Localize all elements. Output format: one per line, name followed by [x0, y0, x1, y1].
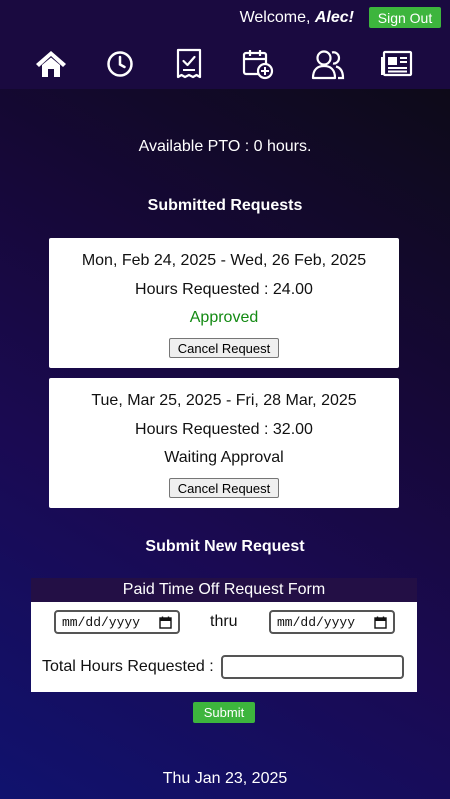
request-card: Mon, Feb 24, 2025 - Wed, 26 Feb, 2025 Ho… [49, 238, 399, 368]
welcome-prefix: Welcome, [239, 9, 315, 26]
calendar-icon[interactable] [159, 616, 172, 629]
request-status: Waiting Approval [164, 449, 284, 466]
start-date-input[interactable]: mm/dd/yyyy [54, 610, 180, 634]
sign-out-button[interactable]: Sign Out [369, 7, 441, 28]
welcome-message: Welcome, Alec! [240, 8, 354, 28]
cancel-request-button[interactable]: Cancel Request [169, 478, 279, 498]
end-date-placeholder: mm/dd/yyyy [277, 615, 356, 630]
calendar-icon[interactable] [374, 616, 387, 629]
total-hours-input[interactable] [221, 655, 404, 679]
calendar-add-icon[interactable] [238, 44, 278, 84]
end-date-input[interactable]: mm/dd/yyyy [269, 610, 395, 634]
clock-icon[interactable] [100, 44, 140, 84]
request-dates: Tue, Mar 25, 2025 - Fri, 28 Mar, 2025 [91, 392, 357, 409]
home-icon[interactable] [31, 44, 71, 84]
pto-request-form: mm/dd/yyyy thru mm/dd/yyyy Total Hours R… [31, 602, 417, 692]
receipt-check-icon[interactable] [169, 44, 209, 84]
submitted-requests-title: Submitted Requests [147, 197, 303, 214]
request-status: Approved [189, 309, 259, 326]
cancel-request-button[interactable]: Cancel Request [169, 338, 279, 358]
submit-new-request-title: Submit New Request [145, 538, 305, 555]
user-name: Alec! [314, 9, 354, 26]
available-pto: Available PTO : 0 hours. [138, 138, 312, 155]
request-card: Tue, Mar 25, 2025 - Fri, 28 Mar, 2025 Ho… [49, 378, 399, 508]
pto-form-title: Paid Time Off Request Form [31, 578, 417, 602]
start-date-placeholder: mm/dd/yyyy [62, 615, 141, 630]
users-icon[interactable] [308, 44, 348, 84]
top-bar: Welcome, Alec! Sign Out [0, 0, 450, 89]
newspaper-icon[interactable] [377, 44, 417, 84]
submit-button[interactable]: Submit [193, 702, 255, 723]
request-hours: Hours Requested : 24.00 [135, 281, 313, 298]
request-dates: Mon, Feb 24, 2025 - Wed, 26 Feb, 2025 [81, 252, 367, 269]
main-nav [0, 44, 450, 84]
request-hours: Hours Requested : 32.00 [135, 421, 313, 438]
current-date: Thu Jan 23, 2025 [162, 770, 288, 787]
thru-label: thru [210, 613, 238, 630]
total-hours-label: Total Hours Requested : [42, 658, 214, 675]
